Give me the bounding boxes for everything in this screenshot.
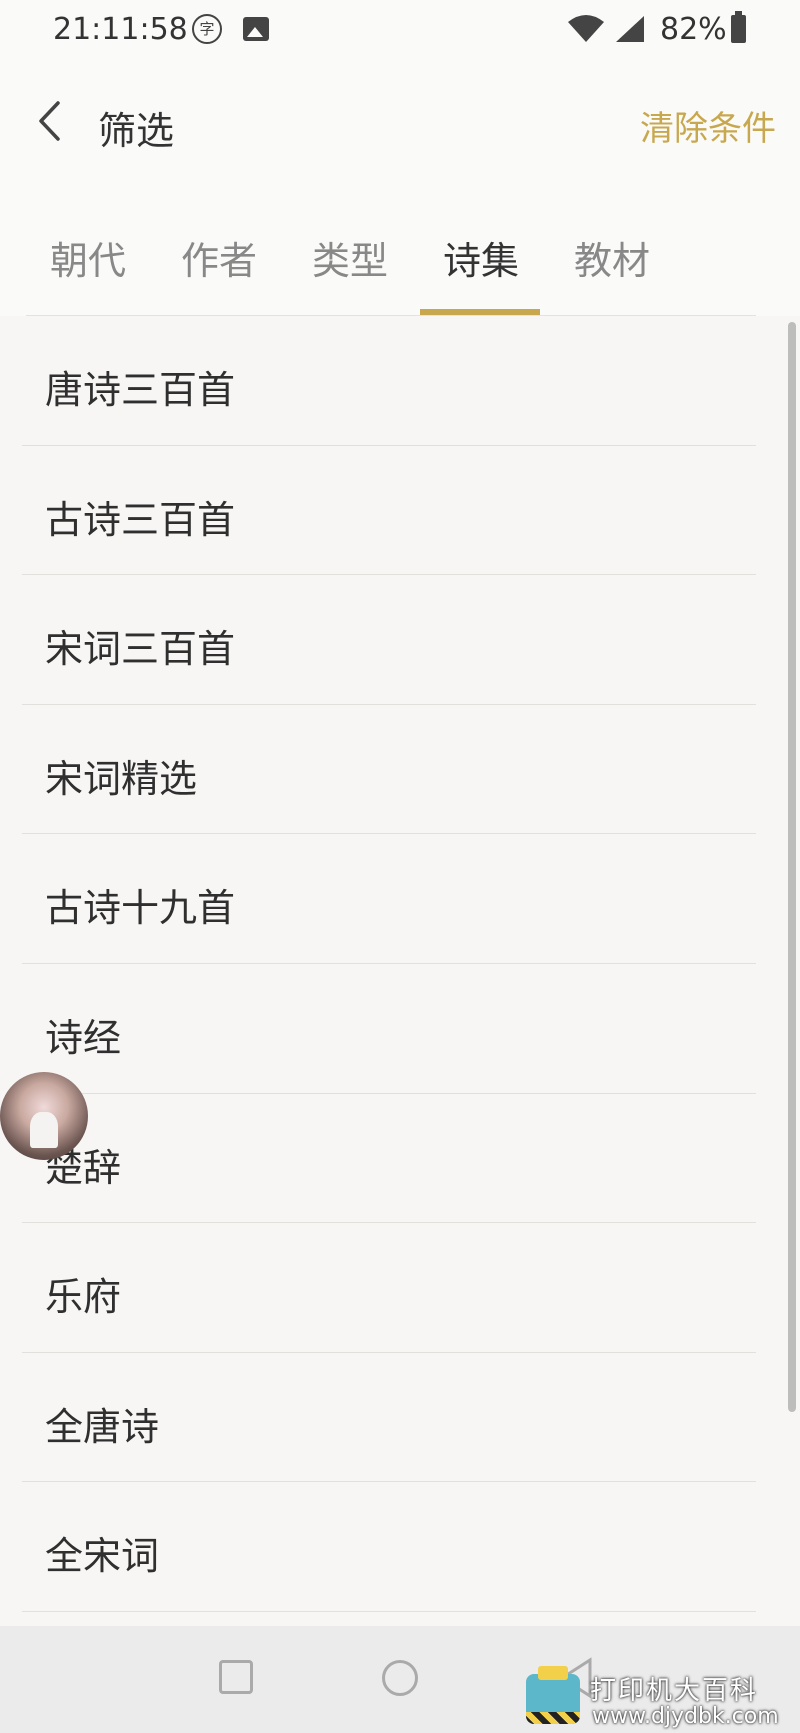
cellular-signal-icon <box>616 16 644 42</box>
app-header: 筛选 清除条件 <box>0 60 800 180</box>
clear-filters-button[interactable]: 清除条件 <box>640 101 776 150</box>
tab-author[interactable]: 作者 <box>181 230 257 285</box>
dictionary-search-icon: 字 <box>192 14 222 44</box>
watermark-url: www.djydbk.com <box>592 1704 779 1729</box>
filter-tabs: 朝代 作者 类型 诗集 教材 <box>0 180 800 316</box>
wifi-icon <box>568 15 604 42</box>
list-item[interactable]: 宋词精选 <box>22 705 756 835</box>
floating-avatar-bubble[interactable] <box>0 1072 88 1160</box>
watermark-title: 打印机大百科 <box>590 1676 759 1706</box>
list-item[interactable]: 楚辞 <box>22 1094 756 1224</box>
page-title: 筛选 <box>98 109 175 153</box>
list-item[interactable]: 唐诗三百首 <box>22 316 756 446</box>
list-item-label: 唐诗三百首 <box>45 368 236 412</box>
list-item-label: 全宋词 <box>45 1534 160 1579</box>
status-time: 21:11:58 <box>53 12 188 47</box>
recents-square-icon[interactable] <box>219 1660 253 1694</box>
list-item[interactable]: 乐府 <box>22 1223 756 1353</box>
printer-logo-icon <box>526 1666 580 1724</box>
list-item[interactable]: 古诗十九首 <box>22 834 756 964</box>
list-item[interactable]: 宋词三百首 <box>22 575 756 705</box>
battery-icon <box>731 11 746 43</box>
battery-percentage: 82% <box>660 12 727 47</box>
list-item[interactable]: 诗经 <box>22 964 756 1094</box>
list-item-label: 古诗十九首 <box>45 886 236 931</box>
tab-collection[interactable]: 诗集 <box>443 230 519 285</box>
list-item-label: 诗经 <box>45 1015 122 1060</box>
watermark: 打印机大百科 www.djydbk.com <box>520 1666 800 1733</box>
list-item-label: 乐府 <box>45 1275 122 1320</box>
list-item[interactable]: 全唐诗 <box>22 1353 756 1483</box>
list-item-label: 宋词三百首 <box>45 627 236 672</box>
list-item-label: 全唐诗 <box>45 1404 160 1449</box>
list-scrollbar[interactable] <box>788 322 796 1412</box>
status-bar: 21:11:58 字 82% <box>0 0 800 60</box>
tab-type[interactable]: 类型 <box>312 230 388 285</box>
list-item[interactable]: 古诗三百首 <box>22 446 756 576</box>
home-circle-icon[interactable] <box>382 1660 418 1696</box>
list-item-label: 宋词精选 <box>45 756 198 801</box>
back-arrow-icon[interactable] <box>36 100 64 142</box>
list-item[interactable]: 全宋词 <box>22 1482 756 1612</box>
image-notification-icon <box>243 17 269 41</box>
tab-dynasty[interactable]: 朝代 <box>50 230 126 285</box>
tab-textbook[interactable]: 教材 <box>574 230 650 285</box>
list-item-label: 古诗三百首 <box>45 497 236 542</box>
collection-list: 唐诗三百首 古诗三百首 宋词三百首 宋词精选 古诗十九首 诗经 楚辞 乐府 全唐… <box>0 316 800 1626</box>
